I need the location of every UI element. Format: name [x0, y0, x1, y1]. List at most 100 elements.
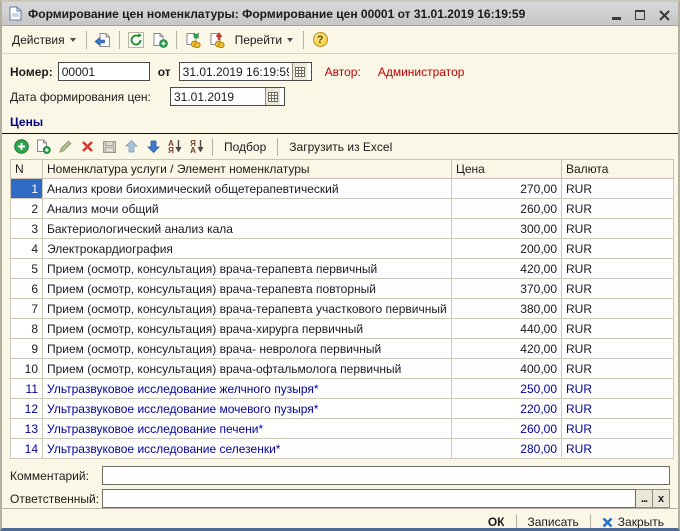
edit-row-button[interactable] — [54, 137, 76, 156]
cell-name[interactable]: Бактериологический анализ кала — [43, 219, 452, 239]
sort-ascending-button[interactable]: АЯ — [164, 137, 186, 156]
cell-price[interactable]: 220,00 — [452, 399, 562, 419]
col-header-nomenclature[interactable]: Номенклатура услуги / Элемент номенклату… — [43, 160, 452, 179]
cell-n[interactable]: 3 — [11, 219, 43, 239]
cell-n[interactable]: 11 — [11, 379, 43, 399]
cell-price[interactable]: 370,00 — [452, 279, 562, 299]
maximize-button[interactable] — [632, 7, 648, 21]
comment-input[interactable] — [102, 466, 670, 485]
close-button[interactable] — [656, 7, 672, 21]
move-down-button[interactable] — [142, 137, 164, 156]
cell-n[interactable]: 1 — [11, 179, 43, 199]
cell-currency[interactable]: RUR — [562, 399, 674, 419]
delete-row-button[interactable] — [76, 137, 98, 156]
cell-price[interactable]: 400,00 — [452, 359, 562, 379]
reread-button[interactable] — [91, 29, 115, 51]
ok-button[interactable]: ОК — [484, 515, 509, 529]
col-header-currency[interactable]: Валюта — [562, 160, 674, 179]
cell-currency[interactable]: RUR — [562, 379, 674, 399]
cell-price[interactable]: 420,00 — [452, 339, 562, 359]
goto-menu-button[interactable]: Перейти — [229, 29, 300, 51]
cell-name[interactable]: Прием (осмотр, консультация) врача-терап… — [43, 299, 452, 319]
table-row[interactable]: 6Прием (осмотр, консультация) врача-тера… — [11, 279, 674, 299]
copy-button[interactable] — [148, 29, 172, 51]
cell-name[interactable]: Ультразвуковое исследование желчного пуз… — [43, 379, 452, 399]
cell-n[interactable]: 2 — [11, 199, 43, 219]
sort-descending-button[interactable]: ЯА — [186, 137, 208, 156]
help-button[interactable]: ? — [308, 29, 332, 51]
cell-n[interactable]: 13 — [11, 419, 43, 439]
cell-currency[interactable]: RUR — [562, 319, 674, 339]
price-date-calendar-button[interactable] — [265, 88, 280, 105]
cell-n[interactable]: 6 — [11, 279, 43, 299]
cell-name[interactable]: Ультразвуковое исследование селезенки* — [43, 439, 452, 459]
price-date-input[interactable] — [171, 88, 265, 105]
cell-price[interactable]: 200,00 — [452, 239, 562, 259]
cell-name[interactable]: Прием (осмотр, консультация) врача-терап… — [43, 279, 452, 299]
table-row[interactable]: 11Ультразвуковое исследование желчного п… — [11, 379, 674, 399]
cell-n[interactable]: 14 — [11, 439, 43, 459]
cell-name[interactable]: Анализ крови биохимический общетерапевти… — [43, 179, 452, 199]
table-row[interactable]: 5Прием (осмотр, консультация) врача-тера… — [11, 259, 674, 279]
cell-price[interactable]: 260,00 — [452, 199, 562, 219]
cell-name[interactable]: Прием (осмотр, консультация) врача-хирур… — [43, 319, 452, 339]
cell-price[interactable]: 270,00 — [452, 179, 562, 199]
cell-n[interactable]: 4 — [11, 239, 43, 259]
table-row[interactable]: 8Прием (осмотр, консультация) врача-хиру… — [11, 319, 674, 339]
pick-button[interactable]: Подбор — [217, 140, 273, 154]
responsible-input[interactable] — [102, 489, 636, 508]
number-input[interactable] — [58, 62, 150, 81]
cell-name[interactable]: Прием (осмотр, консультация) врача-офтал… — [43, 359, 452, 379]
table-row[interactable]: 2Анализ мочи общий260,00RUR — [11, 199, 674, 219]
add-row-button[interactable] — [10, 137, 32, 156]
datetime-input[interactable] — [180, 63, 292, 80]
cell-price[interactable]: 300,00 — [452, 219, 562, 239]
cell-name[interactable]: Прием (осмотр, консультация) врача- невр… — [43, 339, 452, 359]
cell-name[interactable]: Анализ мочи общий — [43, 199, 452, 219]
copy-row-button[interactable] — [32, 137, 54, 156]
table-row[interactable]: 3Бактериологический анализ кала300,00RUR — [11, 219, 674, 239]
table-row[interactable]: 4Электрокардиография200,00RUR — [11, 239, 674, 259]
cell-price[interactable]: 260,00 — [452, 419, 562, 439]
cell-n[interactable]: 8 — [11, 319, 43, 339]
load-from-excel-button[interactable]: Загрузить из Excel — [282, 140, 399, 154]
unpost-document-button[interactable] — [205, 29, 229, 51]
save-button[interactable]: Записать — [524, 515, 583, 529]
cell-currency[interactable]: RUR — [562, 419, 674, 439]
cell-name[interactable]: Электрокардиография — [43, 239, 452, 259]
cell-name[interactable]: Ультразвуковое исследование мочевого пуз… — [43, 399, 452, 419]
cell-currency[interactable]: RUR — [562, 219, 674, 239]
cell-currency[interactable]: RUR — [562, 259, 674, 279]
cell-price[interactable]: 420,00 — [452, 259, 562, 279]
cell-n[interactable]: 9 — [11, 339, 43, 359]
cell-name[interactable]: Ультразвуковое исследование печени* — [43, 419, 452, 439]
table-row[interactable]: 9Прием (осмотр, консультация) врача- нев… — [11, 339, 674, 359]
move-up-button[interactable] — [120, 137, 142, 156]
datetime-calendar-button[interactable] — [292, 63, 307, 80]
cell-n[interactable]: 12 — [11, 399, 43, 419]
cell-n[interactable]: 10 — [11, 359, 43, 379]
cell-name[interactable]: Прием (осмотр, консультация) врача-терап… — [43, 259, 452, 279]
cell-currency[interactable]: RUR — [562, 439, 674, 459]
cell-n[interactable]: 5 — [11, 259, 43, 279]
table-row[interactable]: 13Ультразвуковое исследование печени*260… — [11, 419, 674, 439]
col-header-price[interactable]: Цена — [452, 160, 562, 179]
responsible-select-button[interactable]: ... — [636, 489, 653, 508]
table-row[interactable]: 7Прием (осмотр, консультация) врача-тера… — [11, 299, 674, 319]
cell-currency[interactable]: RUR — [562, 299, 674, 319]
cell-price[interactable]: 380,00 — [452, 299, 562, 319]
cell-currency[interactable]: RUR — [562, 339, 674, 359]
cell-n[interactable]: 7 — [11, 299, 43, 319]
cell-currency[interactable]: RUR — [562, 239, 674, 259]
cell-price[interactable]: 280,00 — [452, 439, 562, 459]
post-document-button[interactable] — [181, 29, 205, 51]
cell-currency[interactable]: RUR — [562, 199, 674, 219]
title-bar[interactable]: Формирование цен номенклатуры: Формирова… — [2, 2, 678, 26]
end-edit-button[interactable] — [98, 137, 120, 156]
cell-price[interactable]: 440,00 — [452, 319, 562, 339]
responsible-clear-button[interactable]: x — [653, 489, 670, 508]
close-window-button[interactable]: Закрыть — [598, 515, 668, 529]
minimize-button[interactable] — [608, 7, 624, 21]
table-row[interactable]: 12Ультразвуковое исследование мочевого п… — [11, 399, 674, 419]
table-row[interactable]: 1Анализ крови биохимический общетерапевт… — [11, 179, 674, 199]
